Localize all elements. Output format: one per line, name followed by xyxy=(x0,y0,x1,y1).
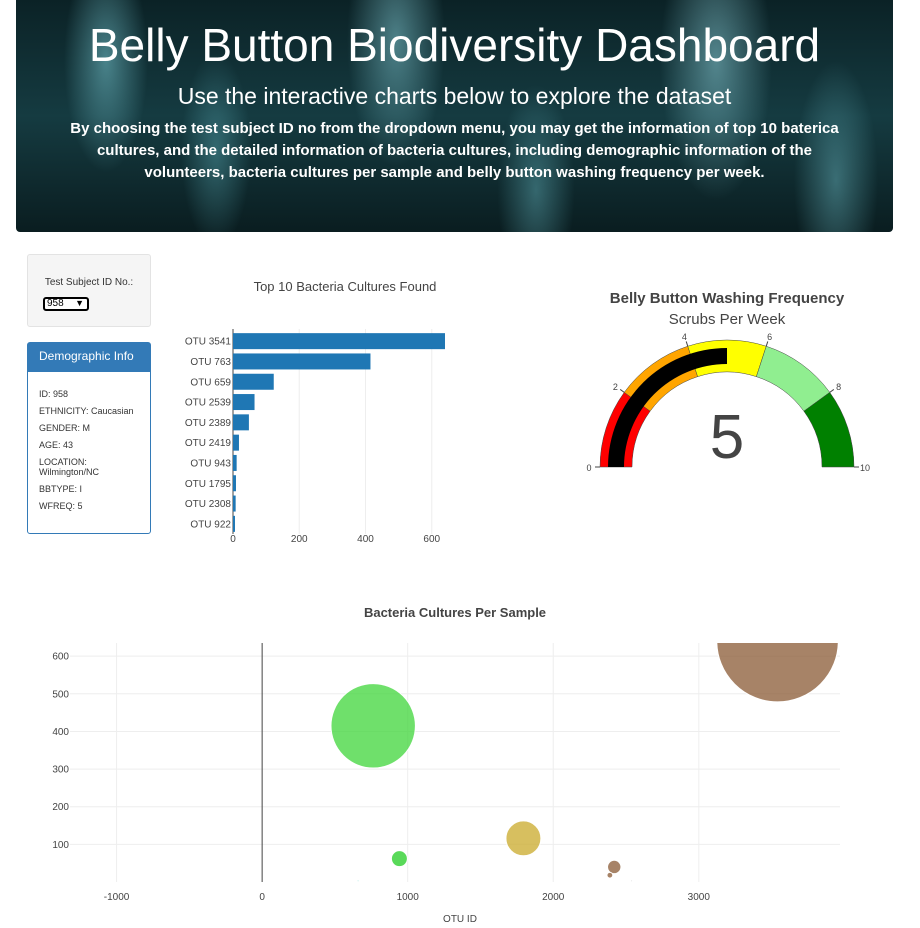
bubble-y-tick-3: 400 xyxy=(52,727,69,738)
gauge-tick-label-0: 0 xyxy=(586,463,591,473)
bar-label-3: OTU 2539 xyxy=(185,398,232,409)
bubble-chart[interactable]: Bacteria Cultures Per Sample 100 200 300 400… xyxy=(0,595,920,928)
header-banner: Belly Button Biodiversity Dashboard Use … xyxy=(16,0,893,232)
chevron-down-icon: ▼ xyxy=(75,298,84,308)
bar-label-1: OTU 763 xyxy=(190,357,231,368)
demo-ethnicity: ETHNICITY: Caucasian xyxy=(39,406,134,416)
bar-chart-title: Top 10 Bacteria Cultures Found xyxy=(254,279,437,294)
bar-3 xyxy=(233,394,255,411)
gauge-title: Belly Button Washing Frequency xyxy=(610,290,845,307)
bar-label-2: OTU 659 xyxy=(190,377,231,388)
bubble-x-tick-0: -1000 xyxy=(104,892,130,903)
gauge-tick-label-3: 6 xyxy=(767,332,772,342)
gauge-tick xyxy=(619,389,625,393)
wash-frequency-gauge[interactable]: Belly Button Washing Frequency Scrubs Per… xyxy=(570,280,890,480)
subject-id-dropdown[interactable]: 958 ▼ xyxy=(43,297,89,311)
bubble-y-tick-1: 200 xyxy=(52,802,69,813)
bar-6 xyxy=(233,454,237,471)
gauge-value: 5 xyxy=(710,403,744,472)
gauge-tick-label-1: 2 xyxy=(613,382,618,392)
bar-8 xyxy=(233,495,236,512)
subject-selector-label: Test Subject ID No.: xyxy=(44,277,134,288)
gauge-tick-label-4: 8 xyxy=(836,382,841,392)
demo-wfreq: WFREQ: 5 xyxy=(39,501,83,511)
gauge-tick xyxy=(765,341,769,347)
subject-selector-well: Test Subject ID No.: 958 ▼ xyxy=(27,254,151,327)
gauge-tick-label-5: 10 xyxy=(860,463,870,473)
bubble-x-tick-4: 3000 xyxy=(688,892,711,903)
bubble-y-tick-0: 100 xyxy=(52,840,69,851)
bubble-1 xyxy=(716,643,839,703)
bar-label-7: OTU 1795 xyxy=(185,479,232,490)
bubble-6 xyxy=(356,879,360,882)
bar-label-9: OTU 922 xyxy=(190,519,231,530)
bar-4 xyxy=(233,414,249,431)
demographic-panel-title: Demographic Info xyxy=(28,343,150,372)
demo-age: AGE: 43 xyxy=(39,440,74,450)
bubble-x-tick-3: 2000 xyxy=(542,892,565,903)
bar-2 xyxy=(233,373,274,390)
bubble-0 xyxy=(330,683,416,769)
demo-id: ID: 958 xyxy=(39,389,69,399)
bubble-y-tick-2: 300 xyxy=(52,765,69,776)
bar-9 xyxy=(233,515,235,532)
bar-label-4: OTU 2389 xyxy=(185,418,232,429)
bar-x-tick-2: 400 xyxy=(357,534,374,545)
bubble-x-tick-1: 0 xyxy=(259,892,265,903)
bubble-x-tick-2: 1000 xyxy=(397,892,420,903)
bubble-3 xyxy=(390,850,408,868)
bar-x-tick-1: 200 xyxy=(291,534,308,545)
bubble-2 xyxy=(505,820,542,857)
demographic-info-body: ID: 958 ETHNICITY: Caucasian GENDER: M A… xyxy=(28,372,150,511)
demo-location: LOCATION: Wilmington/NC xyxy=(39,457,100,477)
top10-bar-chart[interactable]: Top 10 Bacteria Cultures Found 0 200 400 600… xyxy=(160,270,460,555)
demographic-panel: Demographic Info ID: 958 ETHNICITY: Cauc… xyxy=(27,342,151,534)
bubble-y-tick-5: 600 xyxy=(52,652,69,663)
page-subtitle: Use the interactive charts below to expl… xyxy=(177,83,732,109)
bar-label-5: OTU 2419 xyxy=(185,438,232,449)
demo-bbtype: BBTYPE: I xyxy=(39,484,83,494)
subject-id-value: 958 xyxy=(47,298,64,309)
bubble-7 xyxy=(630,879,634,882)
bubble-chart-title: Bacteria Cultures Per Sample xyxy=(364,605,546,620)
gauge-tick-label-2: 4 xyxy=(682,332,687,342)
bubble-5 xyxy=(606,871,614,879)
bar-x-tick-0: 0 xyxy=(230,534,236,545)
demo-gender: GENDER: M xyxy=(39,423,91,433)
bar-5 xyxy=(233,434,239,451)
gauge-subtitle: Scrubs Per Week xyxy=(669,311,786,328)
bar-label-6: OTU 943 xyxy=(190,458,231,469)
bubble-y-tick-4: 500 xyxy=(52,689,69,700)
page-description: By choosing the test subject ID no from … xyxy=(70,120,839,181)
page-title: Belly Button Biodiversity Dashboard xyxy=(88,19,821,71)
bubble-x-label: OTU ID xyxy=(443,914,477,925)
bar-0 xyxy=(233,333,445,350)
bubble-plot-area xyxy=(330,643,839,882)
gauge-tick xyxy=(685,341,689,347)
bar-x-tick-3: 600 xyxy=(423,534,440,545)
bar-7 xyxy=(233,475,236,492)
bar-label-0: OTU 3541 xyxy=(185,337,232,348)
bar-label-8: OTU 2308 xyxy=(185,499,232,510)
gauge-tick xyxy=(829,389,835,393)
bubble-4 xyxy=(607,859,622,875)
bar-1 xyxy=(233,353,371,370)
